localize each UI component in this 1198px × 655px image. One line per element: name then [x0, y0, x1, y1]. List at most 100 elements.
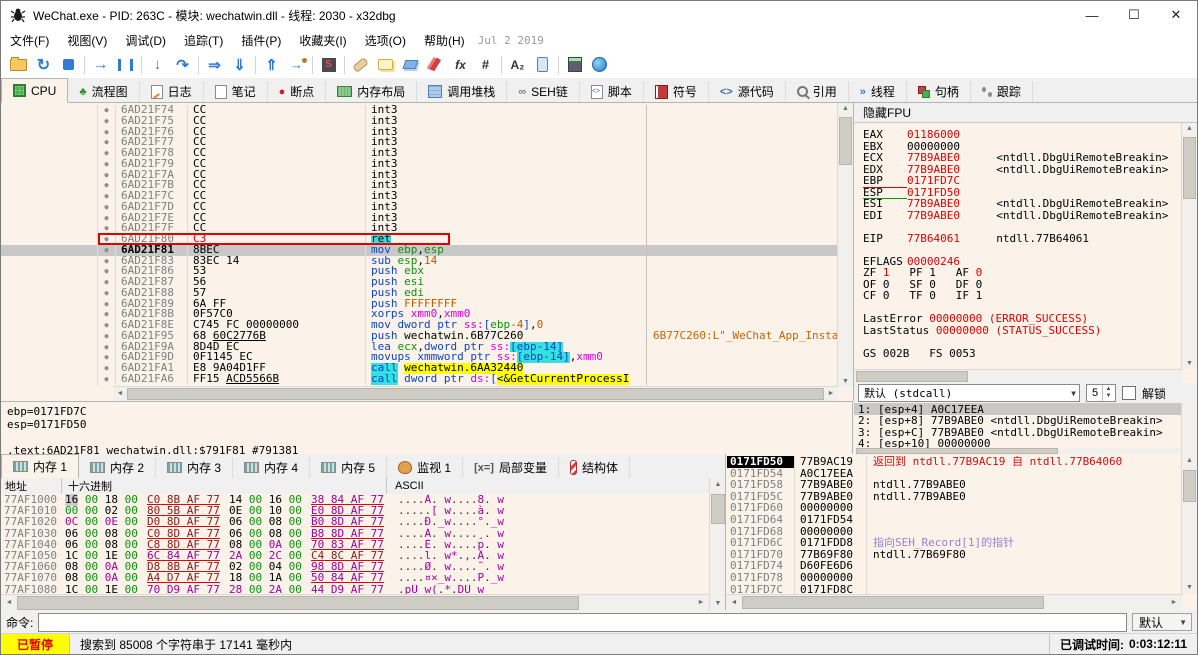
menu-收藏夹(I)[interactable]: 收藏夹(I)	[290, 29, 355, 52]
tab-监视 1[interactable]: 监视 1	[387, 457, 463, 478]
dump-row[interactable]: 77AF10801C 00 1E 0070 D9 AF 7728 00 2A 0…	[1, 584, 709, 595]
preferences-icon[interactable]: A₂	[505, 53, 530, 76]
stack-row[interactable]: 0171FD7077B69F80ntdll.77B69F80	[727, 549, 1181, 561]
tab-跟踪[interactable]: 跟踪	[971, 81, 1033, 102]
argument-count-stepper[interactable]: 5 ▲▼	[1086, 384, 1116, 402]
close-button[interactable]: ✕	[1155, 1, 1197, 29]
stack-row[interactable]: 0171FD6C0171FDD8指向SEH_Record[1]的指针	[727, 537, 1181, 549]
open-file-icon[interactable]	[6, 53, 31, 76]
execute-till-return-icon[interactable]: ⇒	[202, 53, 227, 76]
stepper-arrows-icon[interactable]: ▲▼	[1102, 385, 1114, 401]
labels-icon[interactable]	[398, 53, 423, 76]
register-row[interactable]: EAX01186000	[854, 129, 1182, 141]
stop-icon[interactable]	[56, 53, 81, 76]
dump-hex-header: 十六进制	[62, 478, 387, 494]
dump-vertical-scrollbar[interactable]: ▲ ▼	[709, 478, 726, 610]
stack-row[interactable]: 0171FD6000000000	[727, 502, 1181, 514]
tab-内存 1[interactable]: 内存 1	[1, 454, 79, 479]
step-over-icon[interactable]: ↷	[170, 53, 195, 76]
run-to-user-code-icon[interactable]: ⇓	[227, 53, 252, 76]
stack-row[interactable]: 0171FD640171FD54	[727, 514, 1181, 526]
tab-内存 2[interactable]: 内存 2	[79, 457, 156, 478]
register-row[interactable]: CF 0 TF 0 IF 1	[854, 290, 1182, 302]
menu-视图(V)[interactable]: 视图(V)	[58, 29, 116, 52]
step-into-icon[interactable]: ↓	[145, 53, 170, 76]
tab-SEH链[interactable]: ∞SEH链	[507, 81, 580, 102]
registers-horizontal-scrollbar[interactable]	[854, 369, 1182, 383]
calling-convention-select[interactable]: 默认 (stdcall) ▼	[858, 384, 1080, 402]
command-input[interactable]	[38, 613, 1127, 632]
stack-vertical-scrollbar[interactable]: ▲ ▼	[1181, 454, 1197, 594]
disassembly-vertical-scrollbar[interactable]: ▲ ▼	[837, 103, 853, 387]
comments-icon[interactable]	[373, 53, 398, 76]
restart-icon[interactable]: ↻	[31, 53, 56, 76]
stack-row[interactable]: 0171FD7800000000	[727, 572, 1181, 584]
register-row[interactable]: GS 002B FS 0053	[854, 348, 1182, 360]
hide-fpu-button[interactable]: 隐藏FPU	[854, 103, 1197, 123]
tab-引用[interactable]: 引用	[786, 81, 849, 102]
register-row[interactable]: LastStatus 00000000 (STATUS_SUCCESS)	[854, 325, 1182, 337]
step-out-icon[interactable]: ⇑	[259, 53, 284, 76]
stack-row[interactable]: 0171FD5C77B9ABE0ntdll.77B9ABE0	[727, 491, 1181, 503]
scroll-down-icon[interactable]: ▼	[838, 378, 853, 385]
tab-结构体[interactable]: 结构体	[559, 457, 630, 478]
scroll-up-icon[interactable]: ▲	[838, 105, 853, 112]
tab-符号[interactable]: 符号	[644, 81, 709, 102]
stack-row[interactable]: 0171FD5077B9AC19返回到 ntdll.77B9AC19 自 ntd…	[727, 456, 1181, 468]
bookmarks-icon[interactable]	[423, 53, 448, 76]
scylla-icon[interactable]: S	[316, 53, 341, 76]
stack-horizontal-scrollbar[interactable]: ◄ ►	[726, 594, 1182, 610]
tab-笔记[interactable]: 笔记	[204, 81, 268, 102]
calculator-icon[interactable]	[562, 53, 587, 76]
tab-内存 3[interactable]: 内存 3	[156, 457, 233, 478]
topmost-icon[interactable]	[530, 53, 555, 76]
run-icon[interactable]: →	[88, 53, 113, 76]
dump-horizontal-scrollbar[interactable]: ◄ ►	[1, 594, 709, 611]
register-row[interactable]: EIP77B64061 ntdll.77B64061	[854, 233, 1182, 245]
tab-脚本[interactable]: 脚本	[580, 81, 644, 102]
toolbar-separator	[501, 56, 502, 74]
stack-row[interactable]: 0171FD6800000000	[727, 526, 1181, 538]
view-tab-bar: CPU♣流程图日志笔记●断点内存布局调用堆栈∞SEH链脚本符号<>源代码引用»线…	[1, 78, 1197, 103]
unlock-checkbox[interactable]	[1122, 386, 1136, 400]
functions-icon[interactable]: fx	[448, 53, 473, 76]
menu-调试(D)[interactable]: 调试(D)	[116, 29, 175, 52]
patches-icon[interactable]	[348, 53, 373, 76]
tab-断点[interactable]: ●断点	[268, 81, 327, 102]
scroll-right-icon[interactable]: ►	[826, 390, 836, 397]
stack-row[interactable]: 0171FD5877B9ABE0ntdll.77B9ABE0	[727, 479, 1181, 491]
attach-icon[interactable]: →	[284, 53, 309, 76]
minimize-button[interactable]: —	[1071, 1, 1113, 29]
menu-帮助(H)[interactable]: 帮助(H)	[415, 29, 474, 52]
register-row[interactable]: EDX77B9ABE0 <ntdll.DbgUiRemoteBreakin>	[854, 164, 1182, 176]
tab-源代码[interactable]: <>源代码	[709, 81, 786, 102]
about-icon[interactable]	[587, 53, 612, 76]
pause-icon[interactable]	[113, 53, 138, 76]
tab-调用堆栈[interactable]: 调用堆栈	[417, 81, 507, 102]
tab-日志[interactable]: 日志	[140, 81, 204, 102]
menu-文件(F)[interactable]: 文件(F)	[1, 29, 58, 52]
tab-局部变量[interactable]: [x=]局部变量	[463, 457, 559, 478]
tab-流程图[interactable]: ♣流程图	[68, 81, 139, 102]
disasm-row[interactable]: ●6AD21FA6FF15 ACD5566Bcall dword ptr ds:…	[1, 374, 837, 385]
maximize-button[interactable]: ☐	[1113, 1, 1155, 29]
registers-vertical-scrollbar[interactable]: ▲ ▼	[1181, 123, 1197, 369]
tab-内存 5[interactable]: 内存 5	[310, 457, 387, 478]
tab-CPU[interactable]: CPU	[1, 78, 68, 103]
menu-追踪(T)[interactable]: 追踪(T)	[175, 29, 232, 52]
stack-row[interactable]: 0171FD7C0171FD8C	[727, 584, 1181, 594]
command-scope-select[interactable]: 默认 ▼	[1132, 613, 1192, 631]
tab-线程[interactable]: »线程	[849, 81, 907, 102]
tab-内存 4[interactable]: 内存 4	[233, 457, 310, 478]
stack-row[interactable]: 0171FD54A0C17EEA	[727, 468, 1181, 480]
tab-句柄[interactable]: 句柄	[907, 81, 971, 102]
scroll-left-icon[interactable]: ◄	[115, 390, 125, 397]
menu-插件(P)[interactable]: 插件(P)	[232, 29, 290, 52]
stack-row[interactable]: 0171FD74D60FE6D6	[727, 560, 1181, 572]
string-references-icon[interactable]: #	[473, 53, 498, 76]
menu-选项(O)[interactable]: 选项(O)	[356, 29, 415, 52]
register-row[interactable]: EDI77B9ABE0 <ntdll.DbgUiRemoteBreakin>	[854, 210, 1182, 222]
disassembly-horizontal-scrollbar[interactable]: ◄ ►	[113, 386, 838, 401]
tab-内存布局[interactable]: 内存布局	[326, 81, 417, 102]
register-row[interactable]: EBP0171FD7C	[854, 175, 1182, 187]
